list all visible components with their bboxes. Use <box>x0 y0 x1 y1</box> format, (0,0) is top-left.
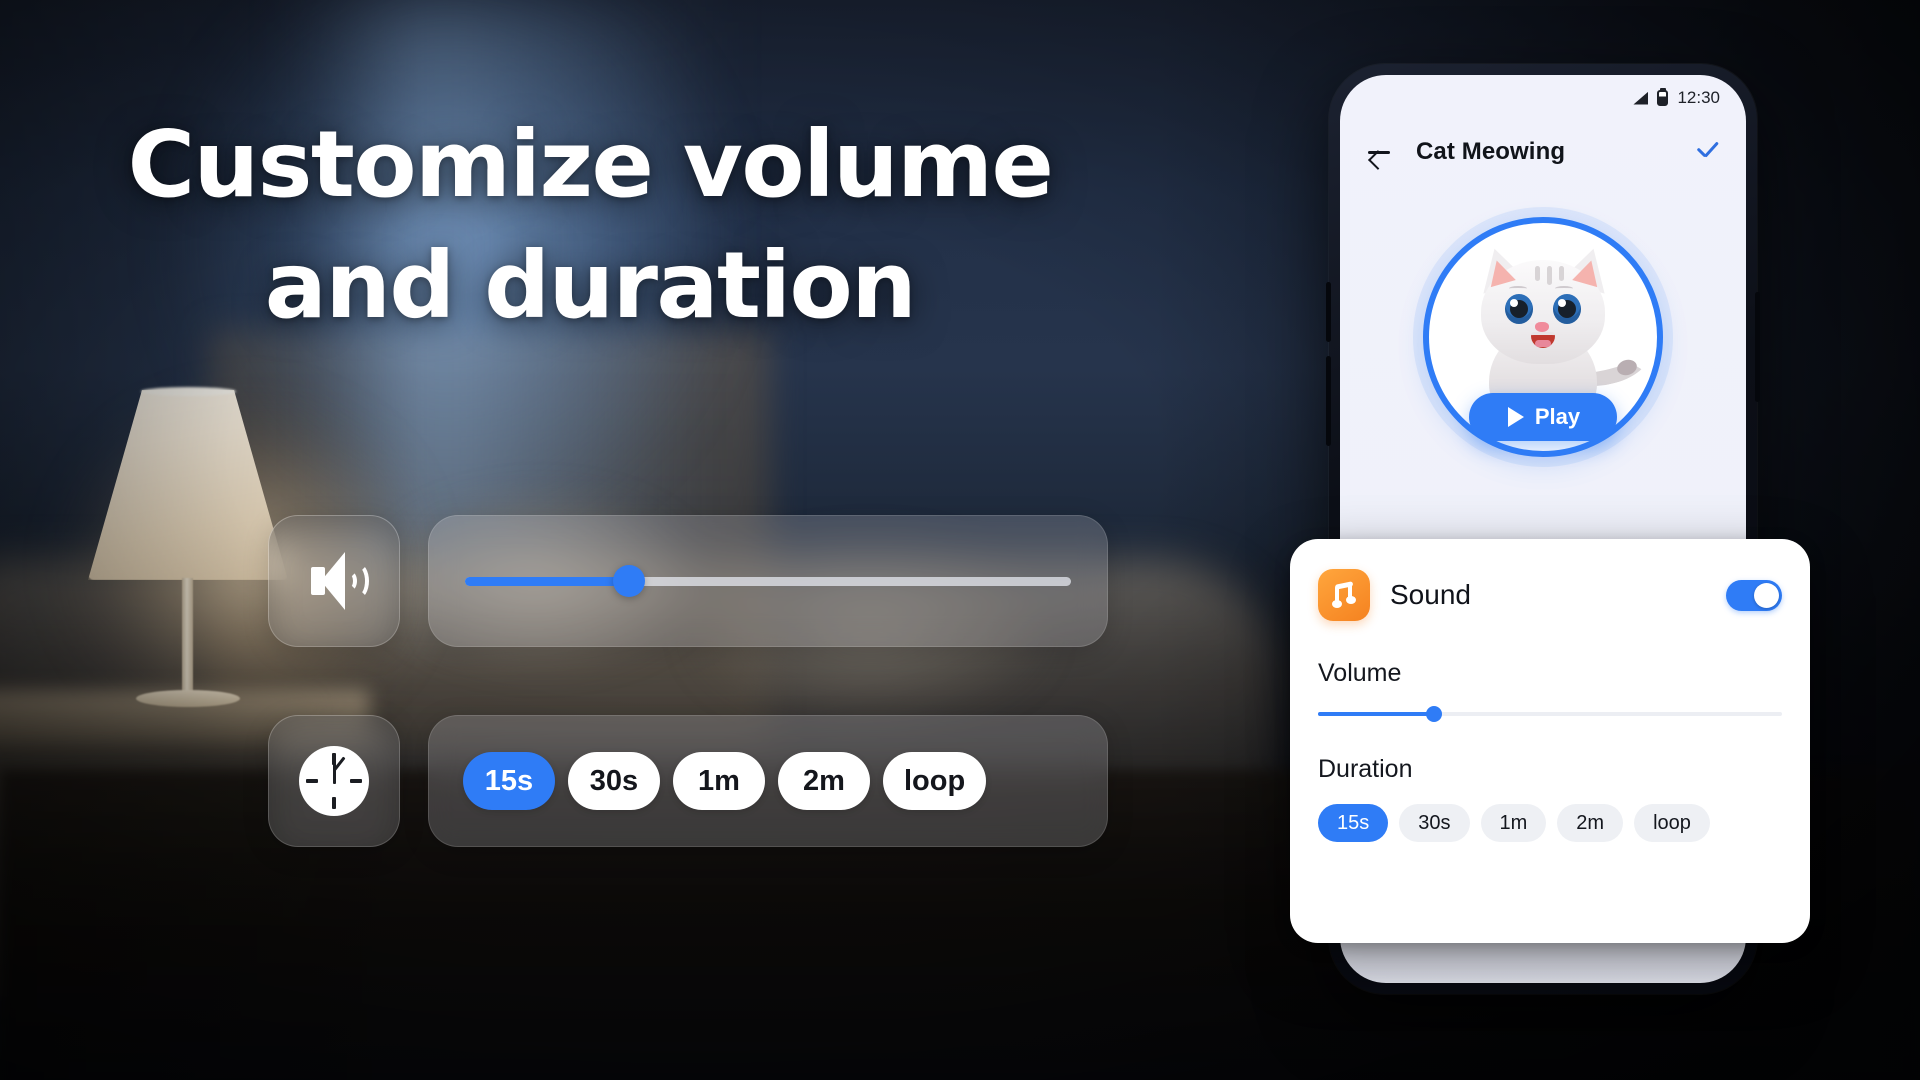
duration-label: Duration <box>1318 755 1413 783</box>
card-duration-chip-15s[interactable]: 15s <box>1318 804 1389 842</box>
duration-chip-30s[interactable]: 30s <box>568 752 660 810</box>
sound-toggle[interactable] <box>1726 579 1782 611</box>
sound-card-header: Sound <box>1318 569 1782 621</box>
volume-icon-tile <box>268 515 400 647</box>
app-header: Cat Meowing <box>1340 121 1746 183</box>
phone-power-button[interactable] <box>1755 292 1760 402</box>
check-icon[interactable] <box>1692 137 1722 167</box>
headline-line-1: Customize volume <box>127 111 1054 218</box>
speaker-volume-icon <box>297 549 371 613</box>
back-arrow-icon[interactable] <box>1364 137 1394 167</box>
music-note-icon <box>1318 569 1370 621</box>
card-volume-fill <box>1318 712 1434 716</box>
duration-chip-2m[interactable]: 2m <box>778 752 870 810</box>
status-bar: 12:30 <box>1340 75 1746 121</box>
card-volume-thumb[interactable] <box>1426 706 1442 722</box>
card-duration-chip-30s[interactable]: 30s <box>1399 804 1470 842</box>
card-duration-chip-loop[interactable]: loop <box>1634 804 1710 842</box>
volume-slider-thumb[interactable] <box>612 565 645 597</box>
duration-icon-tile <box>268 715 400 847</box>
play-button[interactable]: Play <box>1469 393 1617 441</box>
duration-control-row: 15s 30s 1m 2m loop <box>268 715 1108 847</box>
volume-label: Volume <box>1318 659 1402 687</box>
status-bar-time: 12:30 <box>1677 88 1720 107</box>
page-title: Customize volume and duration <box>0 104 1180 347</box>
play-button-label: Play <box>1534 404 1581 429</box>
volume-slider-panel[interactable] <box>428 515 1108 647</box>
volume-control-row <box>268 515 1108 647</box>
duration-chip-group[interactable]: 15s 30s 1m 2m loop <box>428 715 1108 847</box>
card-volume-slider[interactable] <box>1318 706 1782 722</box>
duration-chip-loop[interactable]: loop <box>883 752 987 810</box>
card-duration-chip-1m[interactable]: 1m <box>1480 804 1547 842</box>
sound-toggle-knob <box>1754 582 1779 608</box>
app-title: Cat Meowing <box>1416 138 1566 165</box>
sound-card-title: Sound <box>1390 579 1471 610</box>
signal-bars-icon <box>1633 91 1649 105</box>
play-triangle-icon <box>1507 407 1524 427</box>
promo-screenshot: Customize volume and duration 15s 30s 1m… <box>0 0 1920 1080</box>
card-duration-chip-group[interactable]: 15s 30s 1m 2m loop <box>1318 804 1782 842</box>
clock-icon <box>299 746 369 816</box>
phone-volume-down-button[interactable] <box>1326 356 1331 446</box>
volume-slider[interactable] <box>465 565 1071 597</box>
headline-line-2: and duration <box>264 232 917 340</box>
phone-volume-up-button[interactable] <box>1326 282 1331 342</box>
card-duration-chip-2m[interactable]: 2m <box>1557 804 1624 842</box>
battery-icon <box>1657 88 1669 106</box>
sound-settings-card: Sound Volume Duration 15s 30s 1m 2m loop <box>1290 539 1810 943</box>
duration-chip-1m[interactable]: 1m <box>673 752 765 810</box>
volume-slider-fill <box>465 576 629 586</box>
duration-chip-15s[interactable]: 15s <box>463 752 555 810</box>
